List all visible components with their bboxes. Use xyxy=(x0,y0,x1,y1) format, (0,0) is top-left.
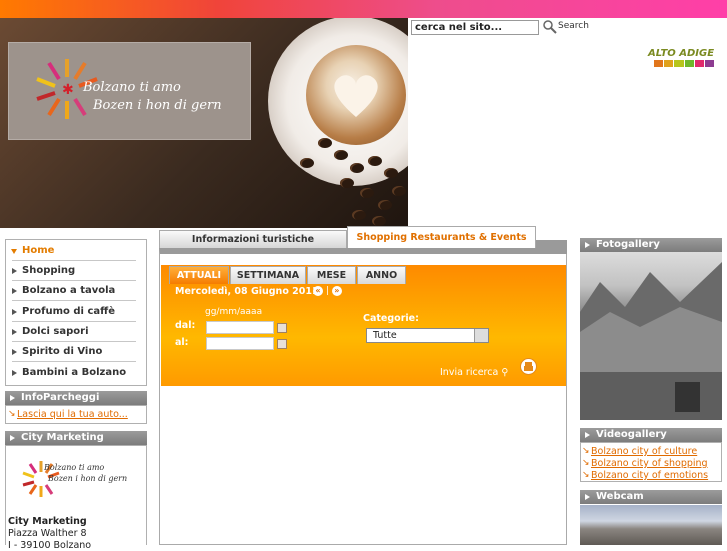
coffee-bean-icon xyxy=(334,150,348,160)
fotogallery-header: Fotogallery xyxy=(580,238,722,252)
arrow-icon: ↘ xyxy=(582,446,590,456)
video-link-emotions[interactable]: Bolzano city of emotions xyxy=(591,470,708,481)
submit-search-label: Invia ricerca xyxy=(440,367,499,378)
cm-address-city: I - 39100 Bolzano xyxy=(8,540,92,551)
coffee-bean-icon xyxy=(378,200,392,210)
color-swatch xyxy=(664,60,674,67)
arrow-icon: ↘ xyxy=(582,470,590,480)
cm-logo-text-2: Bozen i hon di gern xyxy=(48,474,128,483)
magnifier-icon: ⚲ xyxy=(501,367,509,378)
videogallery-header: Videogallery xyxy=(580,428,722,442)
latte-art-image xyxy=(306,45,406,145)
arrow-icon: ↘ xyxy=(8,409,16,419)
date-format-hint: gg/mm/aaaa xyxy=(205,307,263,317)
color-swatch xyxy=(674,60,684,67)
cm-address-name: City Marketing xyxy=(8,516,87,527)
cm-address-street: Piazza Walther 8 xyxy=(8,528,87,539)
video-link-shopping[interactable]: Bolzano city of shopping xyxy=(591,458,708,469)
color-swatch xyxy=(654,60,664,67)
menu-item-profumo-di-caffe[interactable]: Profumo di caffè xyxy=(12,302,136,322)
search-icon[interactable] xyxy=(542,19,558,35)
coffee-bean-icon xyxy=(384,168,398,178)
search-button[interactable]: Search xyxy=(558,21,589,31)
menu-item-shopping[interactable]: Shopping xyxy=(12,261,136,281)
mountain-photo xyxy=(580,262,722,420)
site-logo[interactable]: ✱ Bolzano ti amo Bozen i hon di gern xyxy=(8,42,251,140)
svg-text:✱: ✱ xyxy=(62,82,74,98)
tab-informazioni-turistiche[interactable]: Informazioni turistiche xyxy=(159,230,347,248)
tab-mese[interactable]: MESE xyxy=(307,266,356,284)
coffee-bean-icon xyxy=(372,216,386,226)
coffee-bean-icon xyxy=(352,210,366,220)
to-label: al: xyxy=(175,337,189,348)
menu-item-spirito-di-vino[interactable]: Spirito di Vino xyxy=(12,342,136,362)
from-date-input[interactable] xyxy=(206,321,274,334)
alto-adige-logo[interactable]: ALTO ADIGE xyxy=(648,48,714,59)
infoparcheggi-box: ↘ Lascia qui la tua auto... xyxy=(5,405,147,424)
alto-adige-color-bar xyxy=(654,60,715,67)
tab-settimana[interactable]: SETTIMANA xyxy=(230,266,306,284)
arrow-icon: ↘ xyxy=(582,458,590,468)
infoparcheggi-header: InfoParcheggi xyxy=(5,391,147,405)
color-swatch xyxy=(704,60,715,67)
logo-text-2: Bozen i hon di gern xyxy=(93,98,222,113)
color-swatch xyxy=(684,60,694,67)
category-select[interactable]: Tutte xyxy=(366,328,489,343)
top-color-stripe xyxy=(0,0,727,18)
prev-arrow-icon[interactable]: « xyxy=(313,286,323,296)
print-icon[interactable] xyxy=(520,358,537,375)
submit-search-button[interactable]: Invia ricerca ⚲ xyxy=(440,367,508,378)
city-marketing-box: Bolzano ti amo Bozen i hon di gern City … xyxy=(5,445,147,551)
menu-item-bambini-a-bolzano[interactable]: Bambini a Bolzano xyxy=(12,363,136,383)
header-banner: ✱ Bolzano ti amo Bozen i hon di gern xyxy=(0,18,408,228)
menu-item-home[interactable]: Home xyxy=(11,241,136,261)
calendar-icon[interactable] xyxy=(277,323,287,333)
heart-icon xyxy=(334,75,378,117)
from-label: dal: xyxy=(175,320,196,331)
current-date: Mercoledì, 08 Giugno 2011 xyxy=(175,286,319,297)
tab-bar-filler xyxy=(536,240,567,254)
menu-item-dolci-sapori[interactable]: Dolci sapori xyxy=(12,322,136,342)
infoparcheggi-link[interactable]: Lascia qui la tua auto... xyxy=(17,409,128,420)
coffee-bean-icon xyxy=(340,178,354,188)
cm-logo-text-1: Bolzano ti amo xyxy=(44,463,105,472)
coffee-bean-icon xyxy=(360,188,374,198)
videogallery-box: ↘ Bolzano city of culture ↘ Bolzano city… xyxy=(580,442,722,482)
logo-text-1: Bolzano ti amo xyxy=(83,80,181,95)
site-search-input[interactable]: cerca nel sito... xyxy=(411,20,539,35)
category-label: Categorie: xyxy=(363,313,419,324)
coffee-bean-icon xyxy=(368,156,382,166)
coffee-bean-icon xyxy=(350,163,364,173)
video-link-culture[interactable]: Bolzano city of culture xyxy=(591,446,697,457)
coffee-bean-icon xyxy=(392,186,406,196)
city-marketing-header: City Marketing xyxy=(5,431,147,445)
color-swatch xyxy=(694,60,704,67)
tab-shopping-restaurants-events[interactable]: Shopping Restaurants & Events xyxy=(347,226,536,248)
date-navigation: « | » xyxy=(313,286,342,296)
menu-item-bolzano-a-tavola[interactable]: Bolzano a tavola xyxy=(12,281,136,301)
main-menu: Home Shopping Bolzano a tavola Profumo d… xyxy=(5,239,147,386)
to-date-input[interactable] xyxy=(206,337,274,350)
tab-attuali[interactable]: ATTUALI xyxy=(169,266,229,284)
webcam-header: Webcam xyxy=(580,490,722,504)
calendar-icon[interactable] xyxy=(277,339,287,349)
webcam-image[interactable] xyxy=(580,505,722,545)
coffee-bean-icon xyxy=(318,138,332,148)
coffee-bean-icon xyxy=(300,158,314,168)
fotogallery-image[interactable] xyxy=(580,252,722,420)
date-nav-separator: | xyxy=(325,286,329,296)
next-arrow-icon[interactable]: » xyxy=(331,286,342,296)
tab-anno[interactable]: ANNO xyxy=(357,266,406,284)
